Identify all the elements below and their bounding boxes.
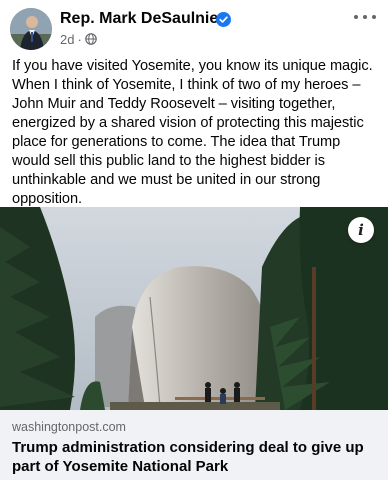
meta-separator: · xyxy=(77,31,82,47)
author-name[interactable]: Rep. Mark DeSaulnier xyxy=(60,10,225,28)
info-icon[interactable]: i xyxy=(348,217,374,243)
globe-icon xyxy=(85,33,97,45)
avatar[interactable] xyxy=(10,8,52,50)
post-meta: 2d · xyxy=(60,31,97,47)
post-timestamp[interactable]: 2d xyxy=(60,32,74,47)
link-preview-footer[interactable]: washingtonpost.com Trump administration … xyxy=(0,410,388,480)
more-options-icon[interactable] xyxy=(354,10,376,24)
link-preview-image[interactable]: i xyxy=(0,207,388,410)
link-title[interactable]: Trump administration considering deal to… xyxy=(12,438,382,476)
post-header: Rep. Mark DeSaulnier 2d · xyxy=(0,0,388,56)
post-text: If you have visited Yosemite, you know i… xyxy=(12,58,373,207)
verified-badge-icon xyxy=(216,12,231,27)
link-domain: washingtonpost.com xyxy=(12,420,126,434)
